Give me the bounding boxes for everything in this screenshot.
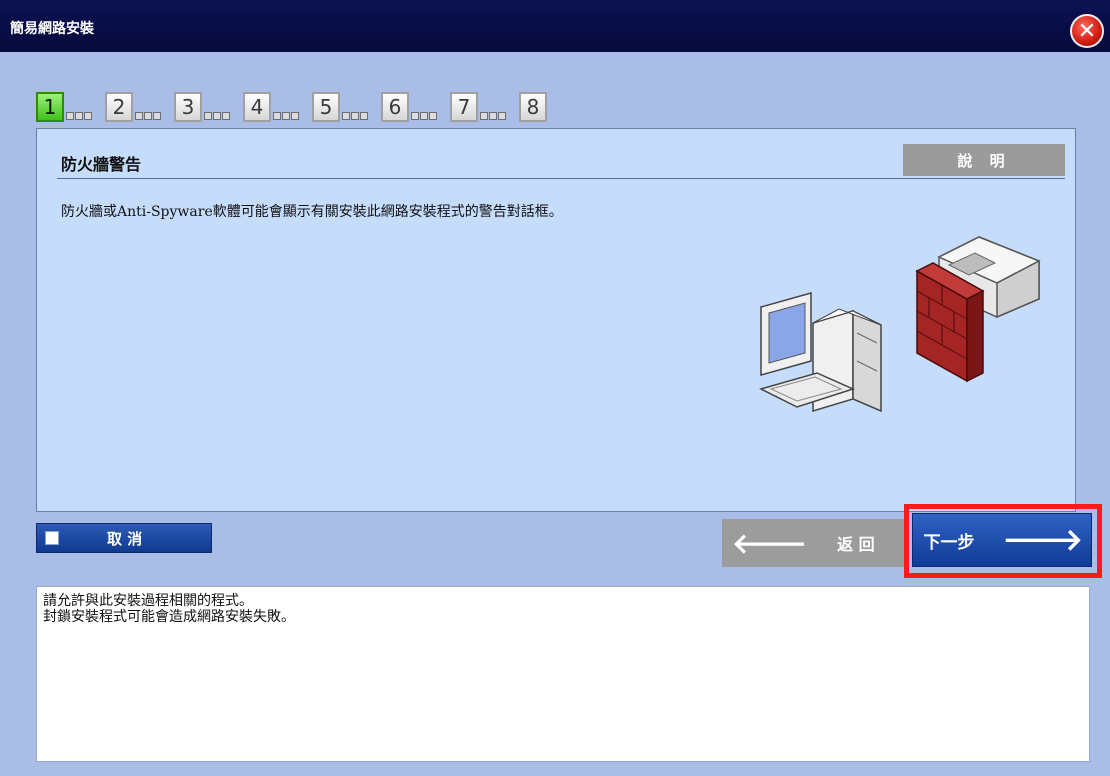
step-1: 1 <box>36 92 93 122</box>
window-title: 簡易網路安裝 <box>10 21 94 37</box>
step-8: 8 <box>519 92 547 122</box>
divider <box>57 178 1065 179</box>
step-number: 1 <box>36 92 64 122</box>
cancel-label: 取 消 <box>107 529 143 548</box>
step-5: 5 <box>312 92 369 122</box>
firewall-illustration <box>758 236 1041 413</box>
next-button[interactable]: 下一步 🡒 <box>912 513 1092 567</box>
computer-icon <box>758 292 882 413</box>
close-button[interactable]: ✕ <box>1070 14 1104 48</box>
step-6: 6 <box>381 92 438 122</box>
step-3: 3 <box>174 92 231 122</box>
next-label: 下一步 <box>923 532 975 553</box>
arrow-left-icon: 🡐 <box>732 527 808 560</box>
arrow-right-icon: 🡒 <box>1002 523 1083 558</box>
content-panel: 防火牆警告 說 明 防火牆或Anti-Spyware軟體可能會顯示有關安裝此網路… <box>36 128 1076 512</box>
title-bar: 簡易網路安裝 ✕ <box>0 0 1110 52</box>
back-label: 返 回 <box>837 535 875 554</box>
step-dots <box>273 112 300 120</box>
step-number: 2 <box>105 92 133 122</box>
message-box: 請允許與此安裝過程相關的程式。 封鎖安裝程式可能會造成網路安裝失敗。 <box>36 586 1090 762</box>
step-number: 5 <box>312 92 340 122</box>
step-number: 7 <box>450 92 478 122</box>
step-number: 3 <box>174 92 202 122</box>
step-4: 4 <box>243 92 300 122</box>
close-icon: ✕ <box>1077 18 1097 44</box>
step-dots <box>135 112 162 120</box>
step-dots <box>342 112 369 120</box>
step-dots <box>204 112 231 120</box>
step-dots <box>66 112 93 120</box>
page-title: 防火牆警告 <box>61 155 142 174</box>
step-number: 6 <box>381 92 409 122</box>
step-2: 2 <box>105 92 162 122</box>
step-dots <box>411 112 438 120</box>
cancel-box-icon <box>45 531 59 545</box>
step-dots <box>480 112 507 120</box>
help-button[interactable]: 說 明 <box>903 144 1065 176</box>
message-line: 封鎖安裝程式可能會造成網路安裝失敗。 <box>43 609 295 625</box>
step-number: 4 <box>243 92 271 122</box>
step-indicator: 1 2 3 4 5 6 7 8 <box>36 92 559 122</box>
back-button[interactable]: 🡐 返 回 <box>722 519 904 567</box>
cancel-button[interactable]: 取 消 <box>36 523 212 553</box>
message-line: 請允許與此安裝過程相關的程式。 <box>43 593 253 609</box>
step-number: 8 <box>519 92 547 122</box>
step-7: 7 <box>450 92 507 122</box>
description-text: 防火牆或Anti-Spyware軟體可能會顯示有關安裝此網路安裝程式的警告對話框… <box>61 204 563 220</box>
